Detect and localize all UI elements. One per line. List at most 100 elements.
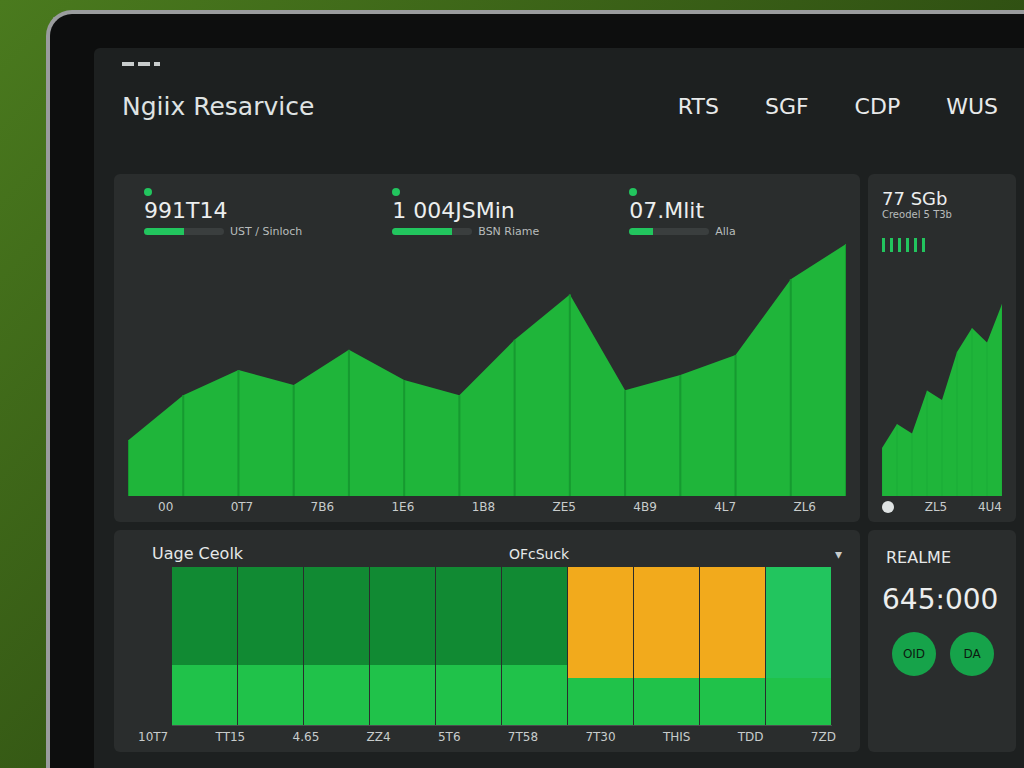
x-tick: 10T7	[138, 730, 168, 744]
chart-point	[348, 350, 350, 496]
side-value: 77 SGb	[882, 188, 1002, 209]
meter-bar	[890, 238, 893, 252]
realtime-buttons: OID DA	[882, 632, 1002, 676]
nav-item[interactable]: SGF	[765, 94, 809, 119]
chart-point	[972, 328, 973, 496]
status-dot-icon	[144, 188, 152, 196]
usage-bar	[700, 567, 766, 725]
traffic-area-chart	[128, 244, 846, 496]
meter-bar	[906, 238, 909, 252]
x-tick: 7ZD	[811, 730, 836, 744]
chart-point	[624, 390, 626, 496]
bar-base	[766, 678, 831, 725]
bar-base	[370, 665, 435, 725]
bar-top	[700, 567, 765, 678]
bar-base	[172, 665, 237, 725]
side-axis: ZL54U4	[882, 496, 1002, 514]
chart-point	[897, 424, 898, 496]
stat-line: Alla	[629, 225, 735, 238]
chart-point	[403, 380, 405, 496]
main-row: 991T14UST / Sinloch1 004JSMinBSN Riame07…	[114, 174, 1016, 522]
chart-point	[569, 294, 571, 496]
bar-top	[172, 567, 237, 665]
stat: 1 004JSMinBSN Riame	[392, 188, 539, 238]
x-tick: ZL6	[793, 500, 816, 514]
status-dot-icon	[629, 188, 637, 196]
chart-point	[293, 385, 295, 496]
window-controls-icon	[122, 62, 1016, 66]
app-title: Ngiix Resarvice	[122, 92, 314, 121]
usage-header: Uage CeolkOFcSuck▾	[128, 544, 846, 567]
title-row: Ngiix Resarvice RTS SGF CDP WUS	[122, 92, 1016, 121]
x-tick: 1B8	[472, 500, 496, 514]
stat-label: UST / Sinloch	[230, 225, 302, 238]
chart-point	[458, 395, 460, 496]
usage-bar	[370, 567, 436, 725]
round-button[interactable]: OID	[892, 632, 936, 676]
stat-meter-fill	[392, 228, 452, 235]
chart-point	[845, 244, 846, 496]
chart-point	[790, 279, 792, 496]
chart-point	[735, 355, 737, 496]
chart-point	[942, 400, 943, 496]
knob-icon[interactable]	[882, 501, 894, 513]
usage-bar	[436, 567, 502, 725]
bar-base	[700, 678, 765, 725]
chart-point	[1002, 304, 1003, 496]
usage-bar	[634, 567, 700, 725]
usage-bar	[172, 567, 238, 725]
stat-meter	[629, 228, 709, 235]
meter-bar	[882, 238, 885, 252]
bar-base	[436, 665, 501, 725]
round-button[interactable]: DA	[950, 632, 994, 676]
stat-value: 07.Mlit	[629, 198, 735, 223]
usage-title: Uage Ceolk	[152, 544, 243, 563]
x-axis: 000T77B61E61B8ZE54B94L7ZL6	[128, 496, 846, 514]
usage-bar	[502, 567, 568, 725]
chart-point	[912, 434, 913, 496]
x-tick: TDD	[738, 730, 764, 744]
usage-bar	[304, 567, 370, 725]
nav-item[interactable]: WUS	[946, 94, 998, 119]
x-tick: 00	[158, 500, 173, 514]
x-tick: ZE5	[553, 500, 576, 514]
x-tick: 4L7	[714, 500, 736, 514]
chart-point	[128, 441, 129, 496]
stat-meter-fill	[629, 228, 653, 235]
x-tick: 4B9	[633, 500, 657, 514]
realtime-panel: REALME645:000OIDDA	[868, 530, 1016, 752]
chart-area	[882, 304, 1002, 496]
usage-bar	[568, 567, 634, 725]
nav-item[interactable]: RTS	[678, 94, 719, 119]
x-tick: 4U4	[978, 500, 1002, 514]
side-panel: 77 SGbCreodel 5 T3b ZL54U4	[868, 174, 1016, 522]
bar-base	[568, 678, 633, 725]
chart-area	[128, 244, 846, 496]
bar-top	[238, 567, 303, 665]
stats: 991T14UST / Sinloch1 004JSMinBSN Riame07…	[128, 188, 846, 244]
stat-label: Alla	[715, 225, 735, 238]
stat-meter-fill	[144, 228, 184, 235]
realtime-value: 645:000	[882, 583, 1002, 616]
usage-bar	[238, 567, 304, 725]
x-tick: 7T58	[508, 730, 538, 744]
bar-top	[502, 567, 567, 665]
traffic-panel: 991T14UST / Sinloch1 004JSMinBSN Riame07…	[114, 174, 860, 522]
stat-line: BSN Riame	[392, 225, 539, 238]
bar-top	[634, 567, 699, 678]
x-axis: 10T7TT154.65ZZ45T67T587T30THISTDD7ZD	[128, 726, 846, 744]
x-tick: THIS	[663, 730, 691, 744]
side-label: Creodel 5 T3b	[882, 209, 1002, 220]
nav-item[interactable]: CDP	[855, 94, 901, 119]
chart-point	[927, 390, 928, 496]
menu-caret[interactable]: ▾	[835, 546, 842, 562]
bar-base	[502, 665, 567, 725]
bar-base	[238, 665, 303, 725]
status-dot-icon	[392, 188, 400, 196]
screen: Ngiix ResarviceRTSSGFCDPWUS991T14UST / S…	[94, 48, 1024, 768]
meter-bar	[922, 238, 925, 252]
x-tick: ZZ4	[367, 730, 391, 744]
traffic-chart	[128, 244, 846, 496]
x-tick: 4.65	[293, 730, 320, 744]
chart-point	[514, 340, 516, 496]
